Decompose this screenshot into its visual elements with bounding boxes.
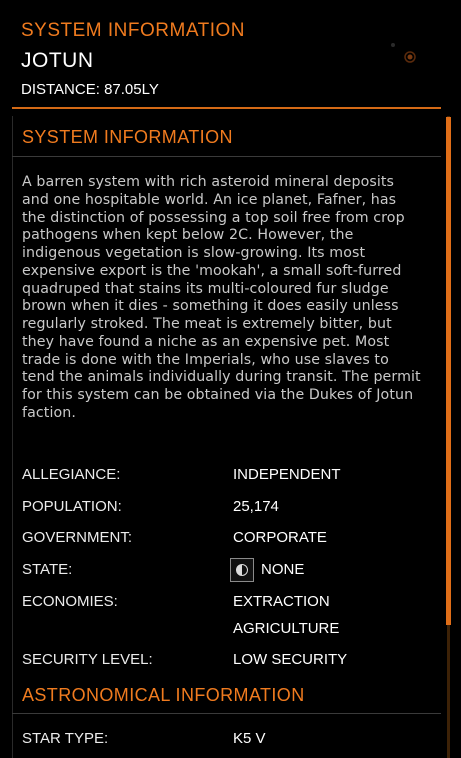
allegiance-label: ALLEGIANCE: xyxy=(22,466,121,483)
distance-label: DISTANCE: xyxy=(21,81,100,98)
economy-value: EXTRACTION xyxy=(233,593,330,610)
header-divider xyxy=(12,107,441,109)
astronomical-info-title: ASTRONOMICAL INFORMATION xyxy=(22,685,305,705)
government-value: CORPORATE xyxy=(233,529,327,546)
half-circle-icon xyxy=(230,558,254,582)
scrollbar-thumb[interactable] xyxy=(446,117,451,625)
system-header: SYSTEM INFORMATION JOTUN DISTANCE: 87.05… xyxy=(21,20,441,99)
faction-emblem-icon xyxy=(391,43,416,63)
system-name: JOTUN xyxy=(21,49,94,72)
system-description: A barren system with rich asteroid miner… xyxy=(22,174,421,421)
distance-value: 87.05LY xyxy=(104,81,159,98)
economy-value: AGRICULTURE xyxy=(233,620,340,637)
section-rule xyxy=(12,156,441,157)
star-type-value: K5 V xyxy=(233,730,266,747)
population-value: 25,174 xyxy=(233,498,279,515)
star-type-label: STAR TYPE: xyxy=(22,730,109,747)
section-rule xyxy=(12,713,441,714)
info-panel: SYSTEM INFORMATION A barren system with … xyxy=(12,116,441,758)
state-label: STATE: xyxy=(22,561,73,578)
panel-border xyxy=(12,116,13,758)
header-kicker: SYSTEM INFORMATION xyxy=(21,20,245,41)
security-label: SECURITY LEVEL: xyxy=(22,651,153,668)
system-info-title: SYSTEM INFORMATION xyxy=(22,127,233,147)
government-label: GOVERNMENT: xyxy=(22,529,133,546)
allegiance-value: INDEPENDENT xyxy=(233,466,341,483)
population-label: POPULATION: xyxy=(22,498,122,515)
security-value: LOW SECURITY xyxy=(233,651,348,668)
economies-label: ECONOMIES: xyxy=(22,593,118,610)
state-value: NONE xyxy=(261,561,305,578)
distance-readout: DISTANCE: 87.05LY xyxy=(21,81,441,99)
